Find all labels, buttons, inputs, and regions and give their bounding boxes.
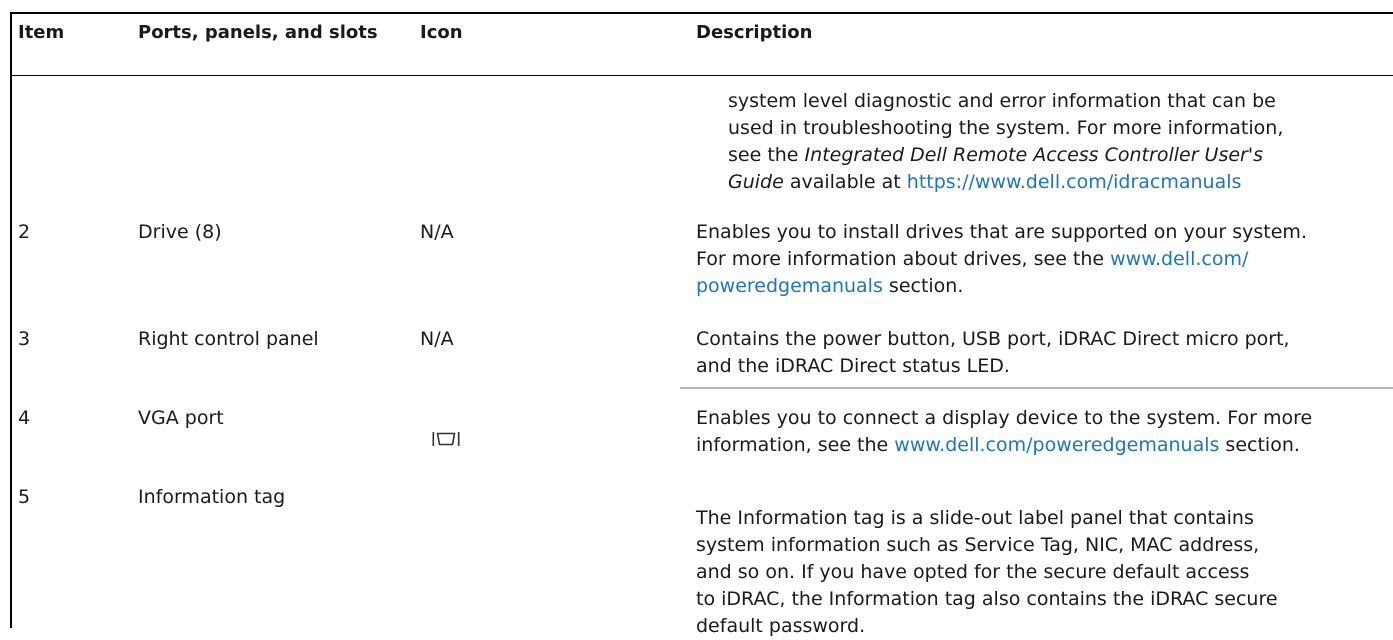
row-5-item: 5 — [18, 486, 31, 508]
continued-line-4-mid: available at — [783, 171, 907, 193]
vga-port-icon — [432, 432, 460, 446]
row-divider — [680, 387, 1393, 389]
row-3-description: Contains the power button, USB port, iDR… — [696, 326, 1386, 380]
row-3-ports: Right control panel — [138, 328, 319, 350]
drives-manuals-link[interactable]: www.dell.com/ — [1110, 248, 1248, 270]
row-2-desc-line-2-prefix: For more information about drives, see t… — [696, 248, 1111, 270]
row-2-desc-line-3: poweredgemanuals section. — [696, 273, 1386, 300]
row-5-ports: Information tag — [138, 486, 286, 508]
row-5-desc-line-3: and so on. If you have opted for the sec… — [696, 561, 1250, 583]
row-3-icon: N/A — [420, 328, 454, 350]
header-item: Item — [18, 22, 65, 43]
continued-description: system level diagnostic and error inform… — [728, 88, 1388, 196]
table-header-row: Item Ports, panels, and slots Icon Descr… — [12, 14, 1393, 76]
row-4-ports: VGA port — [138, 407, 224, 429]
continued-line-3-prefix: see the — [728, 144, 805, 166]
row-5-desc-line-4: to iDRAC, the Information tag also conta… — [696, 588, 1278, 610]
row-4-desc-line-2-prefix: information, see the — [696, 434, 895, 456]
row-3-desc-line-2: and the iDRAC Direct status LED. — [696, 355, 1010, 377]
continued-line-1: system level diagnostic and error inform… — [728, 90, 1276, 112]
header-icon: Icon — [420, 22, 463, 43]
row-4-desc-line-2: information, see the www.dell.com/powere… — [696, 432, 1386, 459]
row-5-desc-line-5: default password. — [696, 615, 866, 637]
drives-manuals-link-end[interactable]: poweredgemanuals — [696, 275, 883, 297]
continued-line-3: see the Integrated Dell Remote Access Co… — [728, 142, 1388, 169]
continued-line-4: Guide available at https://www.dell.com/… — [728, 169, 1388, 196]
row-2-ports: Drive (8) — [138, 221, 222, 243]
row-4-desc-suffix: section. — [1219, 434, 1300, 456]
guide-title-end: Guide — [728, 171, 784, 193]
row-3-item: 3 — [18, 328, 31, 350]
row-5-desc-line-2: system information such as Service Tag, … — [696, 534, 1260, 556]
row-2-desc-line-2: For more information about drives, see t… — [696, 246, 1386, 273]
continued-line-2: used in troubleshooting the system. For … — [728, 117, 1284, 139]
row-2-icon: N/A — [420, 221, 454, 243]
row-2-item: 2 — [18, 221, 31, 243]
guide-title: Integrated Dell Remote Access Controller… — [804, 144, 1263, 166]
header-description: Description — [696, 22, 813, 43]
idrac-manuals-link[interactable]: https://www.dell.com/idracmanuals — [907, 171, 1242, 193]
ports-table: Item Ports, panels, and slots Icon Descr… — [10, 12, 1393, 637]
row-4-description: Enables you to connect a display device … — [696, 405, 1386, 459]
row-3-desc-line-1: Contains the power button, USB port, iDR… — [696, 328, 1290, 350]
row-4-desc-line-1: Enables you to connect a display device … — [696, 407, 1313, 429]
vga-manuals-link[interactable]: www.dell.com/poweredgemanuals — [894, 434, 1219, 456]
header-ports: Ports, panels, and slots — [138, 22, 378, 43]
row-2-description: Enables you to install drives that are s… — [696, 219, 1386, 300]
row-2-desc-line-1: Enables you to install drives that are s… — [696, 221, 1307, 243]
row-4-item: 4 — [18, 407, 31, 429]
row-5-description: The Information tag is a slide-out label… — [696, 505, 1386, 640]
row-2-desc-suffix: section. — [882, 275, 964, 297]
row-5-desc-line-1: The Information tag is a slide-out label… — [696, 507, 1254, 529]
